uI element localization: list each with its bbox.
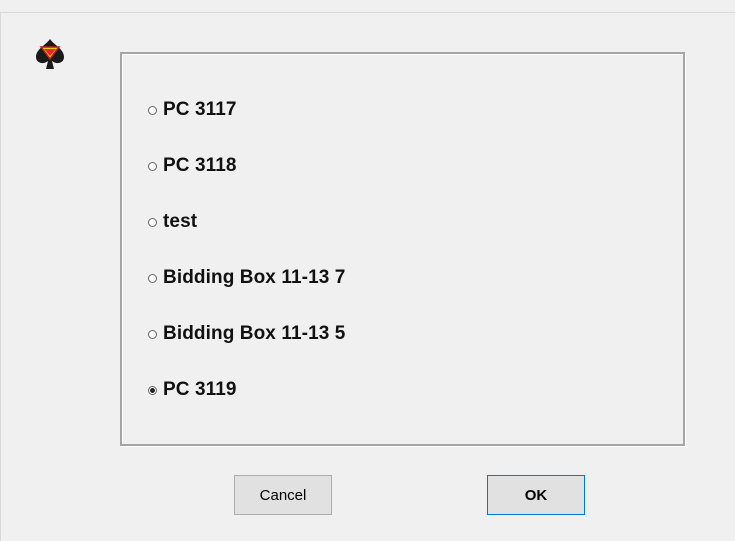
option-pc-3119[interactable]: PC 3119: [148, 375, 237, 405]
option-test[interactable]: test: [148, 207, 197, 237]
device-select-dialog: PC 3117 PC 3118 test Bidding Box 11-13 7…: [0, 0, 735, 541]
device-radio-list: PC 3117 PC 3118 test Bidding Box 11-13 7…: [120, 52, 685, 446]
radio-button[interactable]: [148, 105, 157, 115]
option-pc-3118[interactable]: PC 3118: [148, 151, 237, 181]
option-bidding-box-5[interactable]: Bidding Box 11-13 5: [148, 319, 345, 349]
dialog-left-border: [0, 12, 1, 541]
spade-diamond-logo-icon: [36, 39, 64, 69]
option-label: PC 3119: [163, 379, 237, 400]
option-pc-3117[interactable]: PC 3117: [148, 95, 237, 125]
radio-button[interactable]: [148, 273, 157, 283]
radio-button[interactable]: [148, 161, 157, 171]
option-label: Bidding Box 11-13 5: [163, 323, 346, 344]
option-bidding-box-7[interactable]: Bidding Box 11-13 7: [148, 263, 345, 293]
radio-button[interactable]: [148, 217, 157, 227]
option-label: Bidding Box 11-13 7: [163, 267, 346, 288]
radio-selected-dot: [150, 387, 155, 393]
radio-button[interactable]: [148, 329, 157, 339]
radio-button-selected[interactable]: [148, 385, 157, 395]
option-label: test: [163, 211, 198, 232]
dialog-top-border: [0, 12, 735, 13]
option-label: PC 3118: [163, 155, 237, 176]
cancel-button[interactable]: Cancel: [234, 475, 332, 515]
ok-button[interactable]: OK: [487, 475, 585, 515]
option-label: PC 3117: [163, 99, 237, 120]
